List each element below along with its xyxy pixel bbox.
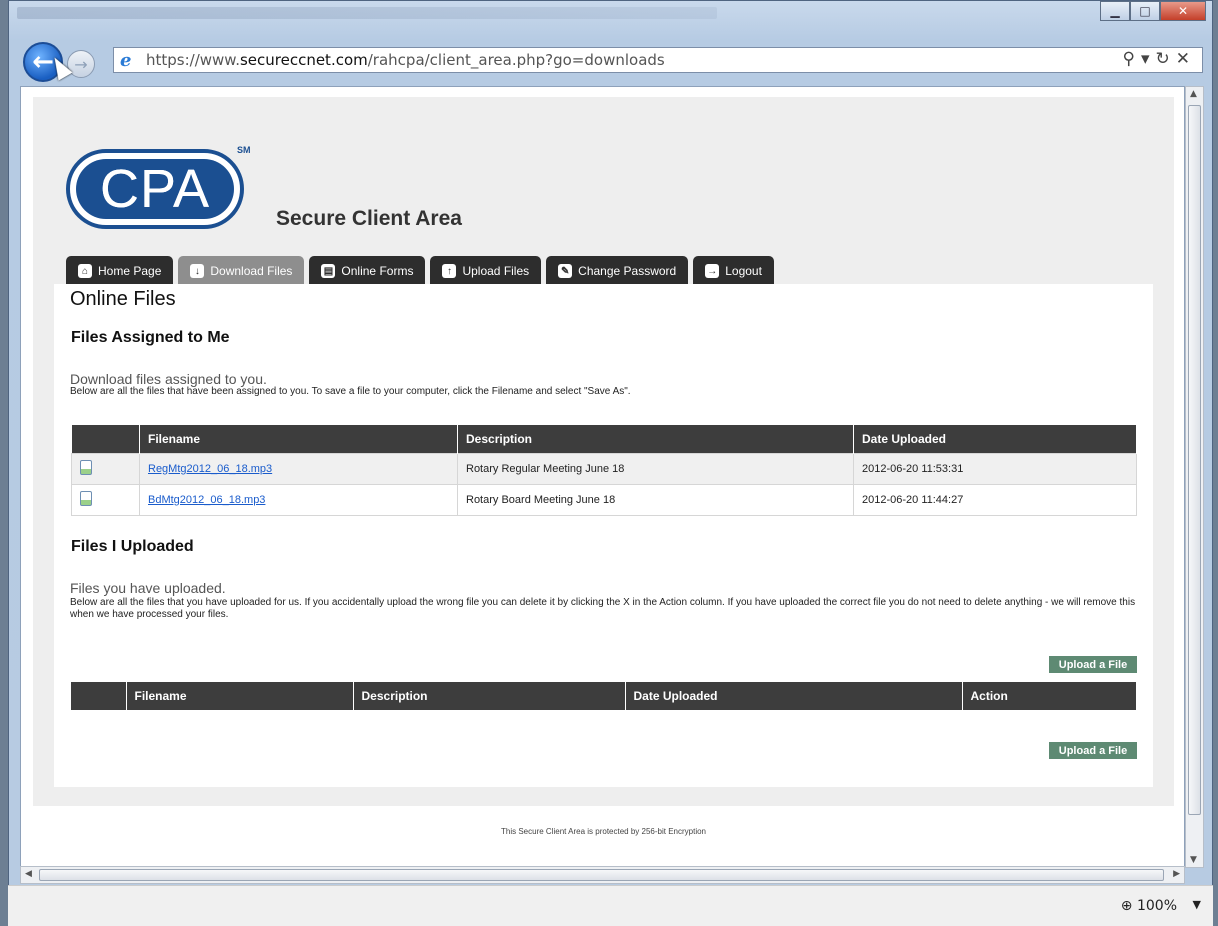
tab-label: Online Forms	[341, 264, 414, 278]
stop-icon[interactable]: ✕	[1176, 49, 1196, 69]
tab-online-forms[interactable]: ▤ Online Forms	[309, 256, 426, 286]
zoom-icon: ⊕	[1120, 898, 1133, 914]
file-icon	[80, 459, 92, 475]
scroll-up-icon[interactable]: ▲	[1190, 89, 1197, 99]
column-header-date-uploaded: Date Uploaded	[625, 682, 963, 710]
column-header-date-uploaded: Date Uploaded	[853, 425, 1137, 453]
column-header-description: Description	[457, 425, 854, 453]
cpa-logo: CPA	[66, 149, 244, 229]
close-button[interactable]: ✕	[1160, 1, 1206, 21]
url-path: /rahcpa/client_area.php?go=downloads	[367, 51, 665, 69]
table-row: BdMtg2012_06_18.mp3 Rotary Board Meeting…	[71, 483, 1137, 516]
title-bar: ▁ □ ✕	[9, 1, 1212, 29]
status-bar: ⊕ 100% ▼	[8, 885, 1213, 926]
title-bar-blurred-text	[17, 7, 717, 19]
zoom-dropdown-icon[interactable]: ▼	[1193, 898, 1201, 911]
column-header-action: Action	[962, 682, 1137, 710]
description-cell: Rotary Regular Meeting June 18	[457, 452, 854, 485]
column-header-filename: Filename	[139, 425, 458, 453]
home-icon: ⌂	[78, 264, 92, 278]
uploaded-files-heading: Files I Uploaded	[71, 538, 194, 555]
description-cell: Rotary Board Meeting June 18	[457, 483, 854, 516]
page-frame: CPA SM Secure Client Area ⌂ Home Page ↓ Do…	[33, 97, 1174, 806]
assigned-files-note: Below are all the files that have been a…	[70, 386, 631, 397]
refresh-icon[interactable]: ↻	[1156, 49, 1176, 69]
assigned-files-subtitle: Download files assigned to you.	[70, 371, 267, 387]
uploaded-files-subtitle: Files you have uploaded.	[70, 580, 226, 596]
file-icon	[80, 490, 92, 506]
tab-logout[interactable]: → Logout	[693, 256, 774, 286]
url-prefix: https://www.	[146, 51, 240, 69]
assigned-files-heading: Files Assigned to Me	[71, 329, 230, 346]
tab-upload-files[interactable]: ↑ Upload Files	[430, 256, 542, 286]
tab-home-page[interactable]: ⌂ Home Page	[66, 256, 174, 286]
maximize-button[interactable]: □	[1130, 1, 1160, 21]
url-text[interactable]: https://www.secureccnet.com/rahcpa/clien…	[146, 51, 665, 69]
url-domain: secureccnet.com	[239, 51, 368, 69]
dropdown-icon[interactable]: ▾	[1141, 49, 1156, 69]
download-icon: ↓	[190, 264, 205, 278]
forms-icon: ▤	[321, 264, 336, 278]
minimize-button[interactable]: ▁	[1100, 1, 1130, 21]
file-link[interactable]: BdMtg2012_06_18.mp3	[148, 494, 265, 506]
main-tabs: ⌂ Home Page ↓ Download Files ▤ Online Forms…	[66, 256, 779, 286]
tab-label: Home Page	[98, 264, 162, 278]
forward-button[interactable]: →	[67, 50, 95, 78]
content-panel: Online Files Files Assigned to Me Downlo…	[54, 284, 1153, 787]
filename-cell: RegMtg2012_06_18.mp3	[139, 452, 458, 485]
column-header	[71, 682, 127, 710]
ie-logo-icon: e	[120, 50, 132, 71]
vertical-scroll-thumb[interactable]	[1188, 105, 1201, 815]
upload-file-button-bottom[interactable]: Upload a File	[1049, 742, 1137, 759]
column-header-description: Description	[353, 682, 626, 710]
zoom-level[interactable]: ⊕ 100%	[1121, 898, 1177, 914]
scroll-right-icon[interactable]: ▶	[1173, 869, 1180, 879]
tab-download-files[interactable]: ↓ Download Files	[178, 256, 305, 286]
tab-change-password[interactable]: ✎ Change Password	[546, 256, 689, 286]
site-title: Secure Client Area	[276, 207, 462, 230]
encryption-footer: This Secure Client Area is protected by …	[501, 827, 706, 836]
upload-file-button-top[interactable]: Upload a File	[1049, 656, 1137, 673]
vertical-scrollbar[interactable]: ▲ ▼	[1185, 86, 1204, 868]
assigned-files-table: Filename Description Date Uploaded RegMt…	[71, 425, 1137, 516]
file-link[interactable]: RegMtg2012_06_18.mp3	[148, 463, 272, 475]
url-tools: ⚲▾↻✕	[1123, 49, 1197, 69]
tab-label: Change Password	[578, 264, 677, 278]
horizontal-scrollbar[interactable]: ◀ ▶	[20, 866, 1185, 884]
uploaded-files-note: Below are all the files that you have up…	[70, 597, 1136, 620]
column-header-filename: Filename	[126, 682, 354, 710]
scroll-down-icon[interactable]: ▼	[1190, 855, 1197, 865]
url-field[interactable]: e https://www.secureccnet.com/rahcpa/cli…	[113, 47, 1203, 73]
logout-icon: →	[705, 264, 720, 278]
page-viewport: CPA SM Secure Client Area ⌂ Home Page ↓ Do…	[20, 86, 1185, 868]
file-icon-cell	[71, 483, 140, 516]
page-title: Online Files	[70, 288, 176, 310]
forward-arrow-icon: →	[74, 54, 88, 74]
file-icon-cell	[71, 452, 140, 485]
uploaded-files-table: Filename Description Date Uploaded Actio…	[71, 682, 1137, 710]
date-cell: 2012-06-20 11:53:31	[853, 452, 1137, 485]
filename-cell: BdMtg2012_06_18.mp3	[139, 483, 458, 516]
upload-icon: ↑	[442, 264, 457, 278]
key-icon: ✎	[558, 264, 573, 278]
tab-label: Logout	[725, 264, 762, 278]
tab-label: Upload Files	[462, 264, 530, 278]
address-bar: ← → e https://www.secureccnet.com/rahcpa…	[9, 37, 1212, 83]
tab-label: Download Files	[210, 264, 293, 278]
window-controls: ▁ □ ✕	[1100, 1, 1206, 21]
search-icon[interactable]: ⚲	[1123, 49, 1141, 69]
date-cell: 2012-06-20 11:44:27	[853, 483, 1137, 516]
zoom-value: 100%	[1136, 898, 1177, 914]
horizontal-scroll-thumb[interactable]	[39, 869, 1164, 881]
table-row: RegMtg2012_06_18.mp3 Rotary Regular Meet…	[71, 452, 1137, 485]
scroll-left-icon[interactable]: ◀	[25, 869, 32, 879]
column-header	[71, 425, 140, 453]
service-mark: SM	[237, 145, 251, 155]
table-header: Filename Description Date Uploaded Actio…	[71, 682, 1137, 710]
logo-text: CPA	[99, 159, 211, 219]
table-header: Filename Description Date Uploaded	[71, 425, 1137, 453]
